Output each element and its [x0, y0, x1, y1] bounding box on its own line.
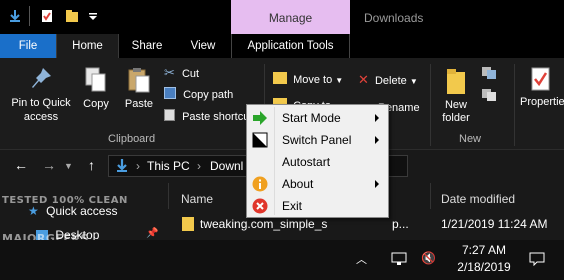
volume-muted-icon[interactable]: 🔇 — [421, 251, 436, 265]
new-folder-label: New folder — [442, 99, 470, 124]
new-item-icon[interactable] — [481, 66, 497, 80]
properties-icon — [531, 67, 550, 91]
file-ext-fragment: p... — [392, 217, 409, 231]
submenu-arrow-icon — [375, 136, 379, 144]
pin-icon: 📌 — [146, 228, 159, 239]
taskbar: ︿ 🔇 7:27 AM 2/18/2019 — [0, 240, 564, 280]
cut-label: Cut — [181, 68, 200, 80]
menu-item-label: Exit — [282, 199, 303, 213]
breadcrumb-separator: › — [136, 159, 140, 173]
clock-time: 7:27 AM — [461, 243, 507, 257]
scissors-icon: ✂ — [164, 65, 175, 80]
ribbon-separator — [430, 64, 431, 146]
menu-item-label: About — [282, 177, 314, 191]
chevron-up-icon[interactable]: ︿ — [356, 251, 367, 267]
chevron-down-icon: ▼ — [335, 76, 344, 85]
new-folder-button[interactable]: New folder — [436, 66, 476, 125]
watermark: TESTED 100% CLEAN MAJORGEEKS — [2, 195, 128, 245]
breadcrumb-separator: › — [197, 159, 201, 173]
pin-quick-access-button[interactable]: Pin to Quick access — [6, 66, 76, 124]
properties-button[interactable]: Properties — [516, 66, 564, 108]
chevron-down-icon[interactable]: ▼ — [64, 161, 73, 171]
easy-access-icon[interactable] — [481, 88, 497, 102]
menu-item-label: Start Mode — [282, 111, 341, 125]
submenu-arrow-icon — [375, 180, 379, 188]
move-to-label: Move to — [293, 74, 333, 86]
properties-label: Properties — [520, 96, 564, 108]
paste-icon — [128, 68, 150, 93]
folder-icon — [447, 69, 465, 94]
copy-path-icon — [164, 87, 176, 99]
qat-divider — [29, 6, 30, 26]
watermark-line-1: TESTED 100% CLEAN — [2, 195, 128, 206]
paste-shortcut-icon — [164, 109, 175, 121]
cut-button[interactable]: ✂ Cut — [164, 65, 199, 81]
file-icon — [182, 217, 194, 231]
submenu-arrow-icon — [375, 114, 379, 122]
file-date: 1/21/2019 11:24 AM — [441, 217, 548, 231]
move-to-icon — [273, 72, 287, 84]
title-bar: Manage Downloads — [0, 0, 564, 36]
pin-quick-access-label: Pin to Quick access — [11, 97, 71, 123]
tab-share[interactable]: Share — [119, 34, 175, 58]
context-menu: Start Mode Switch Panel Autostart About … — [246, 104, 389, 218]
breadcrumb-this-pc[interactable]: This PC — [147, 159, 190, 173]
column-separator — [430, 183, 431, 209]
new-group-label: New — [459, 133, 482, 145]
tab-home[interactable]: Home — [56, 34, 119, 58]
new-folder-icon[interactable] — [65, 9, 79, 23]
close-red-icon — [252, 198, 268, 214]
move-to-button[interactable]: Move to ▼ — [273, 72, 343, 86]
window-title: Downloads — [364, 11, 424, 25]
network-icon[interactable] — [391, 252, 407, 266]
forward-arrow-icon[interactable]: → — [42, 157, 56, 173]
copy-path-button[interactable]: Copy path — [164, 87, 233, 101]
paste-label: Paste — [124, 98, 154, 110]
copy-icon — [85, 67, 106, 92]
copy-path-label: Copy path — [183, 89, 234, 101]
ribbon-tabs: File Home Share View Application Tools — [0, 34, 564, 58]
tab-file[interactable]: File — [0, 34, 56, 58]
column-separator — [168, 183, 169, 209]
menu-item-autostart[interactable]: Autostart — [248, 151, 387, 173]
delete-x-icon: ✕ — [358, 72, 369, 87]
tab-view[interactable]: View — [175, 34, 231, 58]
menu-item-exit[interactable]: Exit — [248, 195, 387, 217]
paste-shortcut-button[interactable]: Paste shortcut — [164, 109, 252, 123]
up-arrow-icon[interactable]: ↑ — [88, 157, 95, 173]
tab-manage[interactable]: Manage — [231, 0, 350, 36]
menu-item-label: Autostart — [282, 155, 331, 169]
info-icon — [252, 176, 268, 192]
clipboard-group-label: Clipboard — [108, 133, 156, 145]
delete-label: Delete — [374, 75, 407, 87]
menu-item-label: Switch Panel — [282, 133, 352, 147]
copy-label: Copy — [83, 98, 109, 110]
paste-shortcut-label: Paste shortcut — [182, 111, 253, 123]
menu-item-about[interactable]: About — [248, 173, 387, 195]
chevron-down-icon: ▼ — [409, 77, 418, 86]
pin-icon — [32, 68, 51, 88]
clock-date: 2/18/2019 — [457, 260, 511, 274]
save-arrow-icon[interactable] — [8, 9, 22, 23]
customize-qat-icon[interactable] — [86, 9, 100, 23]
downloads-folder-icon — [117, 159, 127, 172]
action-center-icon[interactable] — [529, 252, 545, 266]
paste-button[interactable]: Paste — [120, 66, 158, 110]
switch-panel-icon — [252, 132, 268, 148]
breadcrumb-downloads[interactable]: Downl — [210, 159, 243, 173]
file-name: tweaking.com_simple_s — [200, 217, 328, 231]
back-arrow-icon[interactable]: ← — [14, 157, 28, 173]
menu-item-start-mode[interactable]: Start Mode — [248, 107, 387, 129]
tab-application-tools[interactable]: Application Tools — [231, 34, 350, 58]
column-header-date-modified[interactable]: Date modified — [441, 192, 515, 206]
properties-check-icon[interactable] — [40, 9, 54, 23]
clock[interactable]: 7:27 AM 2/18/2019 — [453, 243, 515, 274]
ribbon-separator — [514, 64, 515, 146]
delete-button[interactable]: ✕ Delete ▼ — [358, 72, 418, 88]
copy-button[interactable]: Copy — [80, 66, 112, 110]
column-header-name[interactable]: Name — [181, 192, 213, 206]
menu-item-switch-panel[interactable]: Switch Panel — [248, 129, 387, 151]
green-arrow-icon — [253, 111, 267, 125]
